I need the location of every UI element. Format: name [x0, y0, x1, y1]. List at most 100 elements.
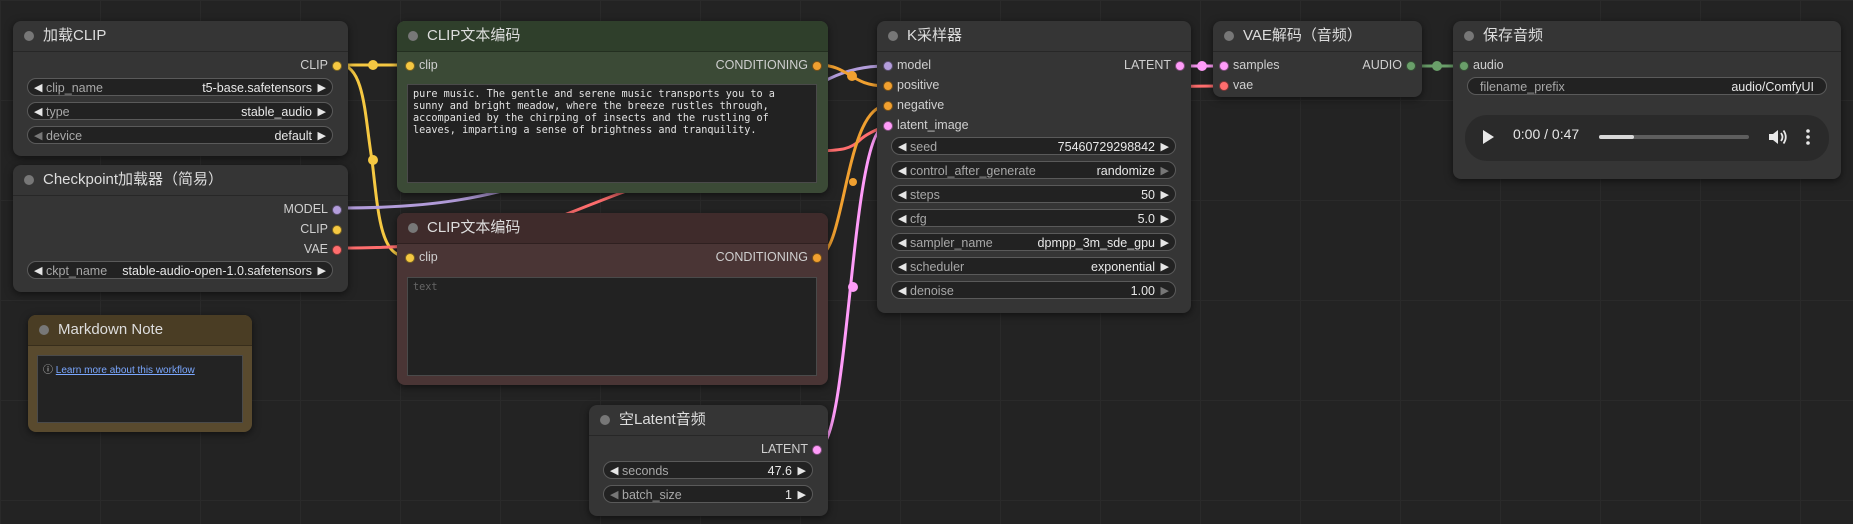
- collapse-dot-icon[interactable]: [408, 223, 418, 233]
- widget-sampler-name[interactable]: ◀ sampler_name dpmpp_3m_sde_gpu ▶: [891, 233, 1176, 251]
- arrow-right-icon[interactable]: ▶: [318, 262, 326, 280]
- node-markdown-note[interactable]: Markdown Note ⓘ Learn more about this wo…: [28, 315, 252, 432]
- collapse-dot-icon[interactable]: [24, 31, 34, 41]
- play-icon[interactable]: [1483, 130, 1494, 144]
- node-load-clip[interactable]: 加载CLIP CLIP ◀ clip_name t5-base.safetensor…: [13, 21, 348, 156]
- arrow-right-icon[interactable]: ▶: [318, 103, 326, 121]
- node-checkpoint-loader[interactable]: Checkpoint加载器（简易） MODEL CLIP VAE ◀ ckpt_n…: [13, 165, 348, 292]
- output-pin-icon[interactable]: [812, 253, 822, 263]
- input-positive[interactable]: positive: [883, 77, 939, 93]
- arrow-left-icon[interactable]: ◀: [898, 186, 906, 204]
- arrow-right-icon[interactable]: ▶: [798, 462, 806, 480]
- node-clip-text-negative[interactable]: CLIP文本编码 clip CONDITIONING text: [397, 213, 828, 385]
- input-pin-icon[interactable]: [883, 81, 893, 91]
- input-pin-icon[interactable]: [1219, 61, 1229, 71]
- node-ksampler[interactable]: K采样器 model positive negative latent_imag…: [877, 21, 1191, 313]
- output-pin-icon[interactable]: [1175, 61, 1185, 71]
- arrow-left-icon[interactable]: ◀: [898, 258, 906, 276]
- node-title[interactable]: CLIP文本编码: [397, 21, 828, 52]
- node-title[interactable]: K采样器: [877, 21, 1191, 52]
- arrow-left-icon[interactable]: ◀: [898, 210, 906, 228]
- node-clip-text-positive[interactable]: CLIP文本编码 clip CONDITIONING pure music. T…: [397, 21, 828, 193]
- arrow-right-icon[interactable]: ▶: [1161, 138, 1169, 156]
- arrow-right-icon[interactable]: ▶: [1161, 234, 1169, 252]
- input-clip[interactable]: clip: [405, 249, 438, 265]
- widget-device[interactable]: ◀ device default ▶: [27, 126, 333, 144]
- collapse-dot-icon[interactable]: [39, 325, 49, 335]
- widget-clip-name[interactable]: ◀ clip_name t5-base.safetensors ▶: [27, 78, 333, 96]
- arrow-right-icon[interactable]: ▶: [318, 127, 326, 145]
- node-title[interactable]: VAE解码（音频）: [1213, 21, 1422, 52]
- output-pin-icon[interactable]: [812, 61, 822, 71]
- output-vae[interactable]: VAE: [304, 241, 342, 257]
- input-pin-icon[interactable]: [1459, 61, 1469, 71]
- output-audio[interactable]: AUDIO: [1362, 57, 1416, 73]
- output-latent[interactable]: LATENT: [1124, 57, 1185, 73]
- widget-steps[interactable]: ◀ steps 50 ▶: [891, 185, 1176, 203]
- audio-progress-bar[interactable]: [1599, 135, 1749, 139]
- input-pin-icon[interactable]: [883, 101, 893, 111]
- prompt-textarea[interactable]: pure music. The gentle and serene music …: [407, 84, 817, 183]
- arrow-left-icon[interactable]: ◀: [898, 234, 906, 252]
- arrow-right-icon[interactable]: ▶: [1161, 186, 1169, 204]
- widget-control-after-generate[interactable]: ◀ control_after_generate randomize ▶: [891, 161, 1176, 179]
- workflow-link[interactable]: Learn more about this workflow: [56, 365, 195, 376]
- widget-batch-size[interactable]: ◀ batch_size 1 ▶: [603, 485, 813, 503]
- input-clip[interactable]: clip: [405, 57, 438, 73]
- output-clip[interactable]: CLIP: [300, 57, 342, 73]
- arrow-left-icon[interactable]: ◀: [34, 127, 42, 145]
- input-negative[interactable]: negative: [883, 97, 944, 113]
- widget-type[interactable]: ◀ type stable_audio ▶: [27, 102, 333, 120]
- node-title[interactable]: 保存音频: [1453, 21, 1841, 52]
- widget-seconds[interactable]: ◀ seconds 47.6 ▶: [603, 461, 813, 479]
- arrow-left-icon[interactable]: ◀: [34, 262, 42, 280]
- output-latent[interactable]: LATENT: [761, 441, 822, 457]
- input-vae[interactable]: vae: [1219, 77, 1253, 93]
- arrow-left-icon[interactable]: ◀: [34, 103, 42, 121]
- widget-cfg[interactable]: ◀ cfg 5.0 ▶: [891, 209, 1176, 227]
- input-pin-icon[interactable]: [883, 61, 893, 71]
- arrow-left-icon[interactable]: ◀: [898, 162, 906, 180]
- node-title[interactable]: CLIP文本编码: [397, 213, 828, 244]
- collapse-dot-icon[interactable]: [408, 31, 418, 41]
- collapse-dot-icon[interactable]: [1224, 31, 1234, 41]
- arrow-left-icon[interactable]: ◀: [898, 138, 906, 156]
- widget-ckpt-name[interactable]: ◀ ckpt_name stable-audio-open-1.0.safetens…: [27, 261, 333, 279]
- arrow-right-icon[interactable]: ▶: [798, 486, 806, 504]
- output-pin-icon[interactable]: [332, 225, 342, 235]
- input-pin-icon[interactable]: [405, 61, 415, 71]
- output-pin-icon[interactable]: [812, 445, 822, 455]
- output-pin-icon[interactable]: [332, 61, 342, 71]
- node-title[interactable]: Checkpoint加载器（简易）: [13, 165, 348, 196]
- prompt-textarea[interactable]: text: [407, 277, 817, 376]
- input-samples[interactable]: samples: [1219, 57, 1280, 73]
- output-conditioning[interactable]: CONDITIONING: [716, 57, 822, 73]
- arrow-right-icon[interactable]: ▶: [1161, 210, 1169, 228]
- more-options-icon[interactable]: [1805, 127, 1811, 147]
- collapse-dot-icon[interactable]: [600, 415, 610, 425]
- arrow-right-icon[interactable]: ▶: [318, 79, 326, 97]
- output-conditioning[interactable]: CONDITIONING: [716, 249, 822, 265]
- collapse-dot-icon[interactable]: [888, 31, 898, 41]
- node-title[interactable]: Markdown Note: [28, 315, 252, 346]
- widget-scheduler[interactable]: ◀ scheduler exponential ▶: [891, 257, 1176, 275]
- input-model[interactable]: model: [883, 57, 931, 73]
- node-title[interactable]: 加载CLIP: [13, 21, 348, 52]
- input-latent-image[interactable]: latent_image: [883, 117, 969, 133]
- node-empty-latent-audio[interactable]: 空Latent音频 LATENT ◀ seconds 47.6 ▶ ◀ batch_si…: [589, 405, 828, 516]
- arrow-right-icon[interactable]: ▶: [1161, 258, 1169, 276]
- widget-denoise[interactable]: ◀ denoise 1.00 ▶: [891, 281, 1176, 299]
- output-pin-icon[interactable]: [1406, 61, 1416, 71]
- output-clip[interactable]: CLIP: [300, 221, 342, 237]
- output-pin-icon[interactable]: [332, 205, 342, 215]
- input-pin-icon[interactable]: [883, 121, 893, 131]
- collapse-dot-icon[interactable]: [24, 175, 34, 185]
- widget-filename-prefix[interactable]: filename_prefix audio/ComfyUI: [1467, 77, 1827, 95]
- widget-seed[interactable]: ◀ seed 75460729298842 ▶: [891, 137, 1176, 155]
- arrow-left-icon[interactable]: ◀: [34, 79, 42, 97]
- node-save-audio[interactable]: 保存音频 audio filename_prefix audio/ComfyUI …: [1453, 21, 1841, 179]
- input-pin-icon[interactable]: [1219, 81, 1229, 91]
- node-vae-decode-audio[interactable]: VAE解码（音频） samples vae AUDIO: [1213, 21, 1422, 97]
- arrow-right-icon[interactable]: ▶: [1161, 282, 1169, 300]
- collapse-dot-icon[interactable]: [1464, 31, 1474, 41]
